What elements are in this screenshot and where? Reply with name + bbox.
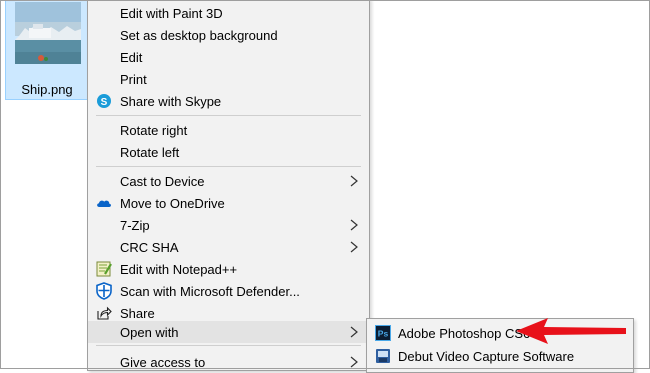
- file-ship-png[interactable]: Ship.png: [5, 0, 89, 100]
- photoshop-icon: Ps: [375, 325, 391, 341]
- menu-item-label: Give access to: [120, 355, 206, 370]
- skype-icon: S: [96, 93, 112, 109]
- defender-icon: [96, 282, 112, 300]
- menu-item-edit-with-notepadpp[interactable]: Edit with Notepad++: [88, 258, 369, 280]
- menu-item-label: Cast to Device: [120, 174, 205, 189]
- menu-item-print[interactable]: Print: [88, 68, 369, 90]
- menu-item-label: CRC SHA: [120, 240, 179, 255]
- menu-separator: [96, 166, 361, 167]
- menu-item-rotate-right[interactable]: Rotate right: [88, 119, 369, 141]
- share-icon: [96, 305, 112, 321]
- menu-item-share-with-skype[interactable]: S Share with Skype: [88, 90, 369, 112]
- menu-item-label: Set as desktop background: [120, 28, 278, 43]
- menu-item-label: Edit with Notepad++: [120, 262, 238, 277]
- menu-item-label: Print: [120, 72, 147, 87]
- menu-item-label: Open with: [120, 325, 179, 340]
- menu-item-edit[interactable]: Edit: [88, 46, 369, 68]
- chevron-right-icon: [349, 324, 359, 340]
- menu-item-set-as-desktop-background[interactable]: Set as desktop background: [88, 24, 369, 46]
- debut-icon: [375, 348, 391, 364]
- menu-item-label: Move to OneDrive: [120, 196, 225, 211]
- menu-separator: [96, 115, 361, 116]
- menu-item-label: Rotate right: [120, 123, 188, 138]
- svg-text:S: S: [101, 97, 108, 108]
- annotation-arrow-icon: [510, 316, 630, 346]
- menu-item-edit-with-paint-3d[interactable]: Edit with Paint 3D: [88, 2, 369, 24]
- notepadpp-icon: [96, 261, 112, 277]
- menu-item-label: 7-Zip: [120, 218, 150, 233]
- menu-separator: [96, 345, 361, 346]
- menu-item-label: Scan with Microsoft Defender...: [120, 284, 300, 299]
- chevron-right-icon: [349, 173, 359, 189]
- menu-item-cast-to-device[interactable]: Cast to Device: [88, 170, 369, 192]
- menu-item-label: Share with Skype: [120, 94, 222, 109]
- menu-item-7-zip[interactable]: 7-Zip: [88, 214, 369, 236]
- svg-text:Ps: Ps: [378, 329, 389, 339]
- menu-item-label: Rotate left: [120, 145, 180, 160]
- chevron-right-icon: [349, 354, 359, 370]
- menu-item-scan-with-defender[interactable]: Scan with Microsoft Defender...: [88, 280, 369, 302]
- menu-item-open-with[interactable]: Open with: [88, 321, 369, 343]
- image-thumbnail: [15, 0, 81, 74]
- onedrive-icon: [96, 195, 112, 211]
- menu-item-give-access-to[interactable]: Give access to: [88, 351, 369, 373]
- menu-item-label: Edit: [120, 50, 143, 65]
- submenu-item-debut-video-capture[interactable]: Debut Video Capture Software: [367, 345, 633, 367]
- file-name-label: Ship.png: [21, 82, 73, 97]
- chevron-right-icon: [349, 239, 359, 255]
- menu-item-move-to-onedrive[interactable]: Move to OneDrive: [88, 192, 369, 214]
- menu-item-rotate-left[interactable]: Rotate left: [88, 141, 369, 163]
- menu-item-label: Edit with Paint 3D: [120, 6, 223, 21]
- context-menu: Edit with Paint 3D Set as desktop backgr…: [87, 0, 370, 371]
- submenu-item-label: Debut Video Capture Software: [398, 349, 575, 364]
- menu-item-crc-sha[interactable]: CRC SHA: [88, 236, 369, 258]
- menu-item-label: Share: [120, 306, 155, 321]
- chevron-right-icon: [349, 217, 359, 233]
